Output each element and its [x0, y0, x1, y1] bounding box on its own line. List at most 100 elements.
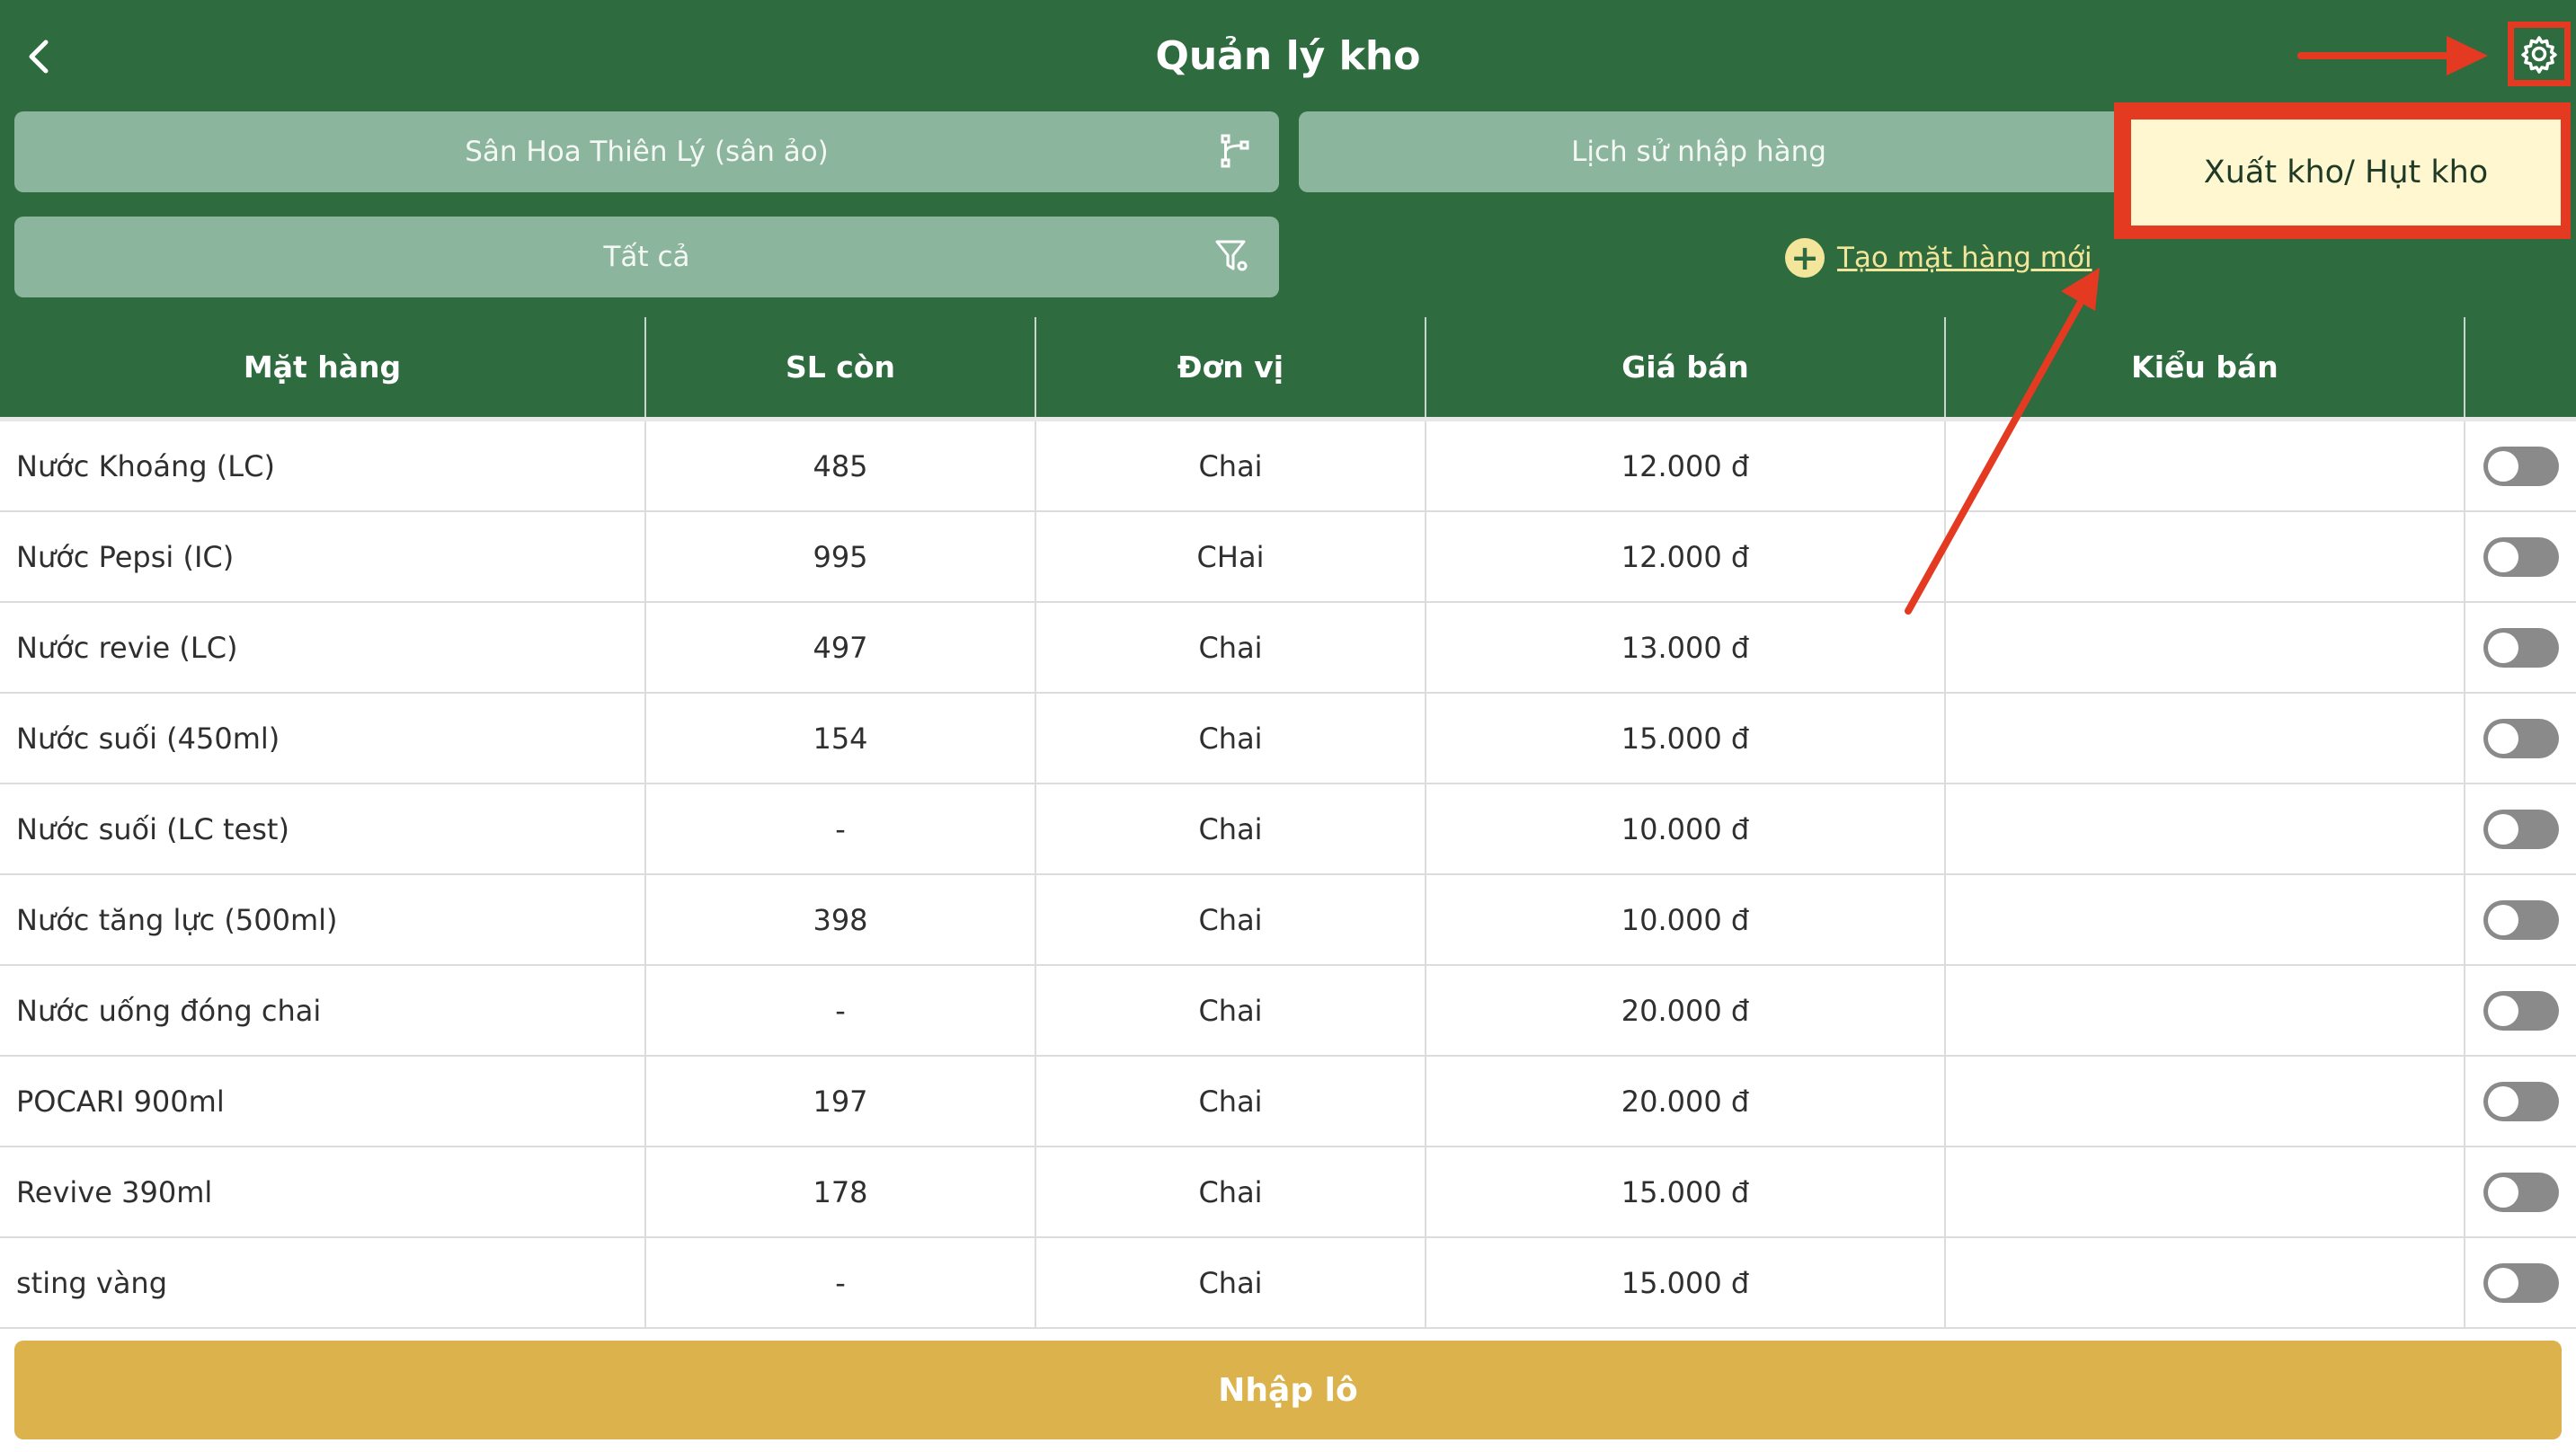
branch-icon	[1221, 134, 1249, 168]
table-row[interactable]: POCARI 900ml 197 Chai 20.000 đ	[0, 1056, 2576, 1147]
import-batch-label: Nhập lô	[1218, 1371, 1358, 1409]
cell-sale-type	[1945, 602, 2465, 694]
toggle-knob	[2487, 995, 2518, 1026]
row-toggle-switch[interactable]	[2483, 627, 2559, 668]
page-title: Quản lý kho	[1155, 33, 1421, 79]
cell-item-name: Nước Pepsi (IC)	[0, 511, 646, 603]
cell-sale-type	[1945, 784, 2465, 875]
table-row[interactable]: Nước revie (LC) 497 Chai 13.000 đ	[0, 602, 2576, 694]
cell-price: 12.000 đ	[1426, 511, 1946, 603]
category-filter[interactable]: Tất cả	[14, 217, 1279, 297]
cell-item-name: Revive 390ml	[0, 1147, 646, 1238]
cell-sale-type	[1945, 965, 2465, 1057]
export-shortage-menu-item[interactable]: Xuất kho/ Hụt kho	[2131, 120, 2561, 226]
cell-unit: Chai	[1035, 693, 1426, 784]
cell-unit: CHai	[1035, 511, 1426, 603]
table-row[interactable]: Nước Khoáng (LC) 485 Chai 12.000 đ	[0, 417, 2576, 512]
gear-icon	[2521, 36, 2557, 74]
cell-price: 12.000 đ	[1426, 417, 1946, 512]
cell-qty: 497	[645, 602, 1036, 694]
row-toggle-switch[interactable]	[2483, 809, 2559, 849]
cell-qty: 398	[645, 874, 1036, 966]
column-header-item: Mặt hàng	[0, 317, 646, 420]
cell-item-name: Nước suối (LC test)	[0, 784, 646, 875]
cell-qty: 154	[645, 693, 1036, 784]
table-row[interactable]: Nước tăng lực (500ml) 398 Chai 10.000 đ	[0, 874, 2576, 966]
row-toggle-switch[interactable]	[2483, 536, 2559, 577]
row-toggle-switch[interactable]	[2483, 1081, 2559, 1121]
cell-toggle	[2465, 1056, 2576, 1147]
cell-qty: -	[645, 784, 1036, 875]
cell-toggle	[2465, 874, 2576, 966]
column-header-price: Giá bán	[1426, 317, 1946, 420]
venue-selector-label: Sân Hoa Thiên Lý (sân ảo)	[465, 136, 829, 168]
cell-sale-type	[1945, 1237, 2465, 1329]
export-shortage-label: Xuất kho/ Hụt kho	[2203, 155, 2489, 190]
cell-unit: Chai	[1035, 417, 1426, 512]
cell-toggle	[2465, 784, 2576, 875]
row-toggle-switch[interactable]	[2483, 899, 2559, 940]
table-row[interactable]: Nước uống đóng chai - Chai 20.000 đ	[0, 965, 2576, 1057]
row-toggle-switch[interactable]	[2483, 718, 2559, 758]
plus-icon: +	[1785, 238, 1825, 278]
category-filter-label: Tất cả	[603, 241, 690, 273]
cell-price: 15.000 đ	[1426, 1147, 1946, 1238]
cell-price: 15.000 đ	[1426, 1237, 1946, 1329]
cell-item-name: Nước suối (450ml)	[0, 693, 646, 784]
cell-sale-type	[1945, 874, 2465, 966]
column-header-unit: Đơn vị	[1035, 317, 1426, 420]
table-row[interactable]: sting vàng - Chai 15.000 đ	[0, 1237, 2576, 1329]
table-header-row: Mặt hàng SL còn Đơn vị Giá bán Kiểu bán	[0, 317, 2576, 420]
cell-toggle	[2465, 1147, 2576, 1238]
cell-price: 10.000 đ	[1426, 874, 1946, 966]
stock-menu-popover: Xuất kho/ Hụt kho	[2114, 102, 2571, 239]
table-row[interactable]: Nước suối (LC test) - Chai 10.000 đ	[0, 784, 2576, 875]
table-row[interactable]: Nước Pepsi (IC) 995 CHai 12.000 đ	[0, 511, 2576, 603]
cell-item-name: Nước tăng lực (500ml)	[0, 874, 646, 966]
toggle-knob	[2487, 632, 2518, 663]
cell-price: 20.000 đ	[1426, 1056, 1946, 1147]
cell-qty: 178	[645, 1147, 1036, 1238]
cell-toggle	[2465, 965, 2576, 1057]
cell-qty: 197	[645, 1056, 1036, 1147]
table-row[interactable]: Nước suối (450ml) 154 Chai 15.000 đ	[0, 693, 2576, 784]
row-toggle-switch[interactable]	[2483, 446, 2559, 486]
inventory-table: Mặt hàng SL còn Đơn vị Giá bán Kiểu bán …	[0, 317, 2576, 1329]
toggle-knob	[2487, 1085, 2518, 1117]
cell-qty: -	[645, 965, 1036, 1057]
row-toggle-switch[interactable]	[2483, 1172, 2559, 1212]
cell-toggle	[2465, 511, 2576, 603]
cell-qty: 995	[645, 511, 1036, 603]
table-row[interactable]: Revive 390ml 178 Chai 15.000 đ	[0, 1147, 2576, 1238]
cell-item-name: Nước uống đóng chai	[0, 965, 646, 1057]
cell-unit: Chai	[1035, 784, 1426, 875]
column-header-qty: SL còn	[645, 317, 1036, 420]
toggle-knob	[2487, 722, 2518, 754]
cell-unit: Chai	[1035, 874, 1426, 966]
cell-toggle	[2465, 602, 2576, 694]
cell-price: 20.000 đ	[1426, 965, 1946, 1057]
cell-price: 13.000 đ	[1426, 602, 1946, 694]
row-toggle-switch[interactable]	[2483, 1262, 2559, 1303]
cell-unit: Chai	[1035, 1147, 1426, 1238]
row-toggle-switch[interactable]	[2483, 990, 2559, 1031]
column-header-toggle	[2465, 317, 2576, 420]
toggle-knob	[2487, 450, 2518, 482]
cell-price: 15.000 đ	[1426, 693, 1946, 784]
cell-toggle	[2465, 1237, 2576, 1329]
settings-button[interactable]	[2508, 22, 2571, 86]
toggle-knob	[2487, 541, 2518, 572]
cell-unit: Chai	[1035, 1237, 1426, 1329]
create-item-link[interactable]: + Tạo mặt hàng mới	[1785, 235, 2092, 280]
import-batch-button[interactable]: Nhập lô	[14, 1341, 2562, 1439]
cell-item-name: Nước Khoáng (LC)	[0, 417, 646, 512]
cell-sale-type	[1945, 417, 2465, 512]
venue-selector[interactable]: Sân Hoa Thiên Lý (sân ảo)	[14, 111, 1279, 192]
filter-settings-icon	[1215, 240, 1248, 271]
cell-item-name: Nước revie (LC)	[0, 602, 646, 694]
cell-sale-type	[1945, 1147, 2465, 1238]
cell-sale-type	[1945, 1056, 2465, 1147]
cell-toggle	[2465, 693, 2576, 784]
cell-price: 10.000 đ	[1426, 784, 1946, 875]
create-item-label: Tạo mặt hàng mới	[1837, 242, 2092, 274]
